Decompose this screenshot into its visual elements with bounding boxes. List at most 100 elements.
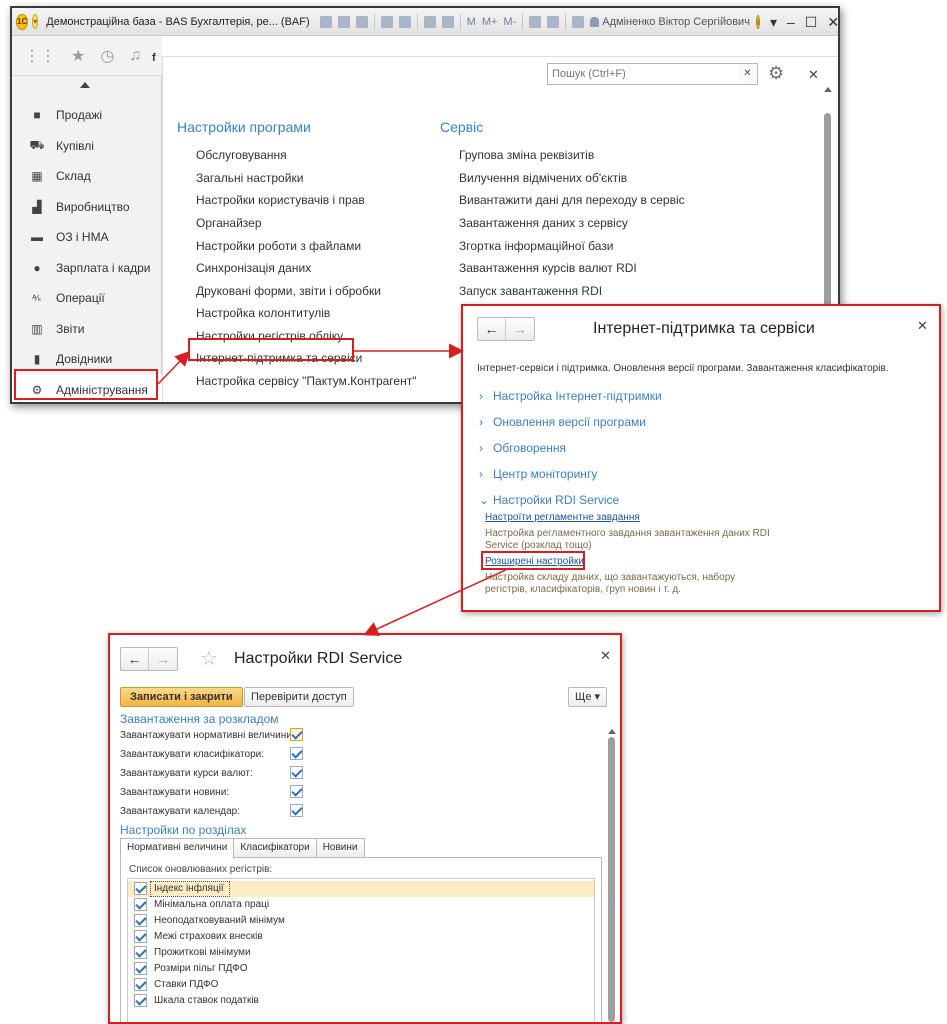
sidebar-item-operations[interactable]: ᴬ⁄ₖ Операції — [12, 283, 162, 313]
checkbox-normative[interactable] — [290, 728, 303, 741]
tab-classifiers[interactable]: Класифікатори — [233, 838, 317, 858]
send-icon[interactable] — [398, 15, 411, 28]
cmd-maintenance[interactable]: Обслуговування — [196, 148, 287, 162]
group-discussion[interactable]: › Обговорення — [479, 441, 566, 455]
sidebar-item-references[interactable]: ▮ Довідники — [12, 344, 162, 374]
group-program-update[interactable]: › Оновлення версії програми — [479, 415, 646, 429]
cmd-data-sync[interactable]: Синхронізація даних — [196, 261, 311, 275]
tab-news[interactable]: Новини — [315, 838, 365, 858]
sidebar-item-purchases[interactable]: ⛟ Купівлі — [12, 131, 162, 161]
sidebar-item-reports[interactable]: ▥ Звіти — [12, 314, 162, 344]
dropdown-icon[interactable]: ▾ — [770, 15, 777, 29]
memory-mplus-button[interactable]: M+ — [482, 16, 498, 28]
menu-circle-icon[interactable]: ▾ — [32, 14, 39, 29]
cmd-accounting-registers[interactable]: Настройки регістрів обліку — [196, 329, 343, 343]
cmd-users-rights[interactable]: Настройки користувачів і прав — [196, 193, 365, 207]
list-item[interactable]: Ставки ПДФО — [128, 977, 594, 993]
preview-icon[interactable] — [355, 15, 368, 28]
cmd-general-settings[interactable]: Загальні настройки — [196, 171, 303, 185]
cmd-group-change[interactable]: Групова зміна реквізитів — [459, 148, 594, 162]
cmd-delete-marked[interactable]: Вилучення відмічених об'єктів — [459, 171, 627, 185]
cmd-run-rdi-import[interactable]: Запуск завантаження RDI — [459, 284, 602, 298]
register-checkbox[interactable] — [134, 914, 147, 927]
check-access-button[interactable]: Перевірити доступ — [244, 687, 354, 707]
list-item[interactable]: Мінімальна оплата праці — [128, 897, 594, 913]
checkbox-calendar[interactable] — [290, 804, 303, 817]
list-item[interactable]: Індекс інфляції — [128, 881, 594, 897]
group-rdi-settings[interactable]: ⌄ Настройки RDI Service — [479, 493, 619, 507]
list-item[interactable]: Шкала ставок податків — [128, 993, 594, 1009]
memory-mminus-button[interactable]: M- — [503, 16, 516, 28]
cmd-infobase-rollup[interactable]: Згортка інформаційної бази — [459, 239, 613, 253]
register-checkbox[interactable] — [134, 882, 147, 895]
close-icon[interactable]: ✕ — [827, 15, 838, 29]
calculator-icon[interactable] — [441, 15, 454, 28]
search-input[interactable] — [547, 63, 741, 85]
list-item[interactable]: Межі страхових внесків — [128, 929, 594, 945]
cmd-pactum-service[interactable]: Настройка сервісу "Пактум.Контрагент" — [196, 374, 416, 388]
panel-settings-gear-icon[interactable]: ⚙ — [768, 63, 784, 84]
zoom-icon[interactable] — [529, 15, 542, 28]
save-and-close-button[interactable]: Записати і закрити — [120, 687, 243, 707]
home-tab-stub[interactable]: f — [152, 52, 160, 70]
link-icon[interactable] — [380, 15, 393, 28]
minimize-icon[interactable]: – — [787, 15, 795, 29]
forward-arrow-icon[interactable]: → — [149, 648, 177, 670]
history-icon[interactable]: ◷ — [100, 46, 114, 66]
window-icon[interactable] — [547, 15, 560, 28]
back-arrow-icon[interactable]: ← — [121, 648, 149, 670]
forward-arrow-icon[interactable]: → — [506, 318, 534, 340]
checkbox-news[interactable] — [290, 785, 303, 798]
more-button[interactable]: Ще ▾ — [568, 687, 608, 707]
sidebar-item-administration[interactable]: ⚙ Адміністрування — [12, 375, 162, 402]
checkbox-currency[interactable] — [290, 766, 303, 779]
tab-normative-values[interactable]: Нормативні величини — [120, 838, 235, 859]
notifications-bell-icon[interactable]: ♫ — [129, 47, 141, 65]
search-clear-icon[interactable]: ✕ — [738, 63, 758, 85]
cmd-organizer[interactable]: Органайзер — [196, 216, 262, 230]
group-monitoring-center[interactable]: › Центр моніторингу — [479, 467, 597, 481]
sidebar-item-salary[interactable]: ● Зарплата і кадри — [12, 253, 162, 283]
sidebar-item-sales[interactable]: ■ Продажі — [12, 100, 162, 130]
memory-m-button[interactable]: M — [467, 16, 476, 28]
sidebar-item-production[interactable]: ▟ Виробництво — [12, 192, 162, 222]
list-item[interactable]: Розміри пільг ПДФО — [128, 961, 594, 977]
register-checkbox[interactable] — [134, 930, 147, 943]
link-advanced-settings[interactable]: Розширені настройки — [485, 556, 584, 567]
calendar-icon[interactable] — [423, 15, 436, 28]
cmd-currency-rates-rdi[interactable]: Завантаження курсів валют RDI — [459, 261, 637, 275]
apps-grid-icon[interactable]: ⋮⋮ — [24, 46, 56, 66]
sidebar-item-fixed-assets[interactable]: ▬ ОЗ і НМА — [12, 222, 162, 252]
rdi-scrollbar[interactable] — [608, 729, 616, 1022]
maximize-icon[interactable]: ☐ — [805, 15, 818, 29]
cmd-print-forms[interactable]: Друковані форми, звіти і обробки — [196, 284, 381, 298]
support-close-icon[interactable]: ✕ — [917, 318, 928, 334]
print-icon[interactable] — [337, 15, 350, 28]
app-logo-icon[interactable]: 1C — [16, 13, 29, 30]
link-configure-scheduled-task[interactable]: Настроїти регламентне завдання — [485, 512, 640, 523]
group-internet-support-settings[interactable]: › Настройка Інтернет-підтримки — [479, 389, 662, 403]
cmd-file-settings[interactable]: Настройки роботи з файлами — [196, 239, 361, 253]
scroll-up-icon[interactable] — [824, 87, 832, 92]
panel-close-icon[interactable]: ✕ — [808, 67, 819, 83]
sidebar-scroll-up-icon[interactable] — [80, 82, 90, 88]
rdi-close-icon[interactable]: ✕ — [600, 648, 611, 664]
favorite-star-icon[interactable]: ☆ — [200, 646, 218, 671]
settings-wrench-icon[interactable] — [572, 15, 585, 28]
register-checkbox[interactable] — [134, 946, 147, 959]
register-checkbox[interactable] — [134, 898, 147, 911]
cmd-import-from-service[interactable]: Завантаження даних з сервісу — [459, 216, 628, 230]
scroll-thumb[interactable] — [608, 737, 615, 1022]
user-info[interactable]: Адміненко Віктор Сергійович — [590, 16, 750, 28]
checkbox-classifiers[interactable] — [290, 747, 303, 760]
list-item[interactable]: Прожиткові мінімуми — [128, 945, 594, 961]
sidebar-item-warehouse[interactable]: ▦ Склад — [12, 161, 162, 191]
register-checkbox[interactable] — [134, 978, 147, 991]
register-checkbox[interactable] — [134, 962, 147, 975]
scroll-up-icon[interactable] — [608, 729, 616, 734]
list-item[interactable]: Неоподатковуваний мінімум — [128, 913, 594, 929]
info-icon[interactable]: i — [755, 14, 760, 29]
back-arrow-icon[interactable]: ← — [478, 318, 506, 340]
cmd-headers-footers[interactable]: Настройка колонтитулів — [196, 306, 330, 320]
save-icon[interactable] — [319, 15, 332, 28]
